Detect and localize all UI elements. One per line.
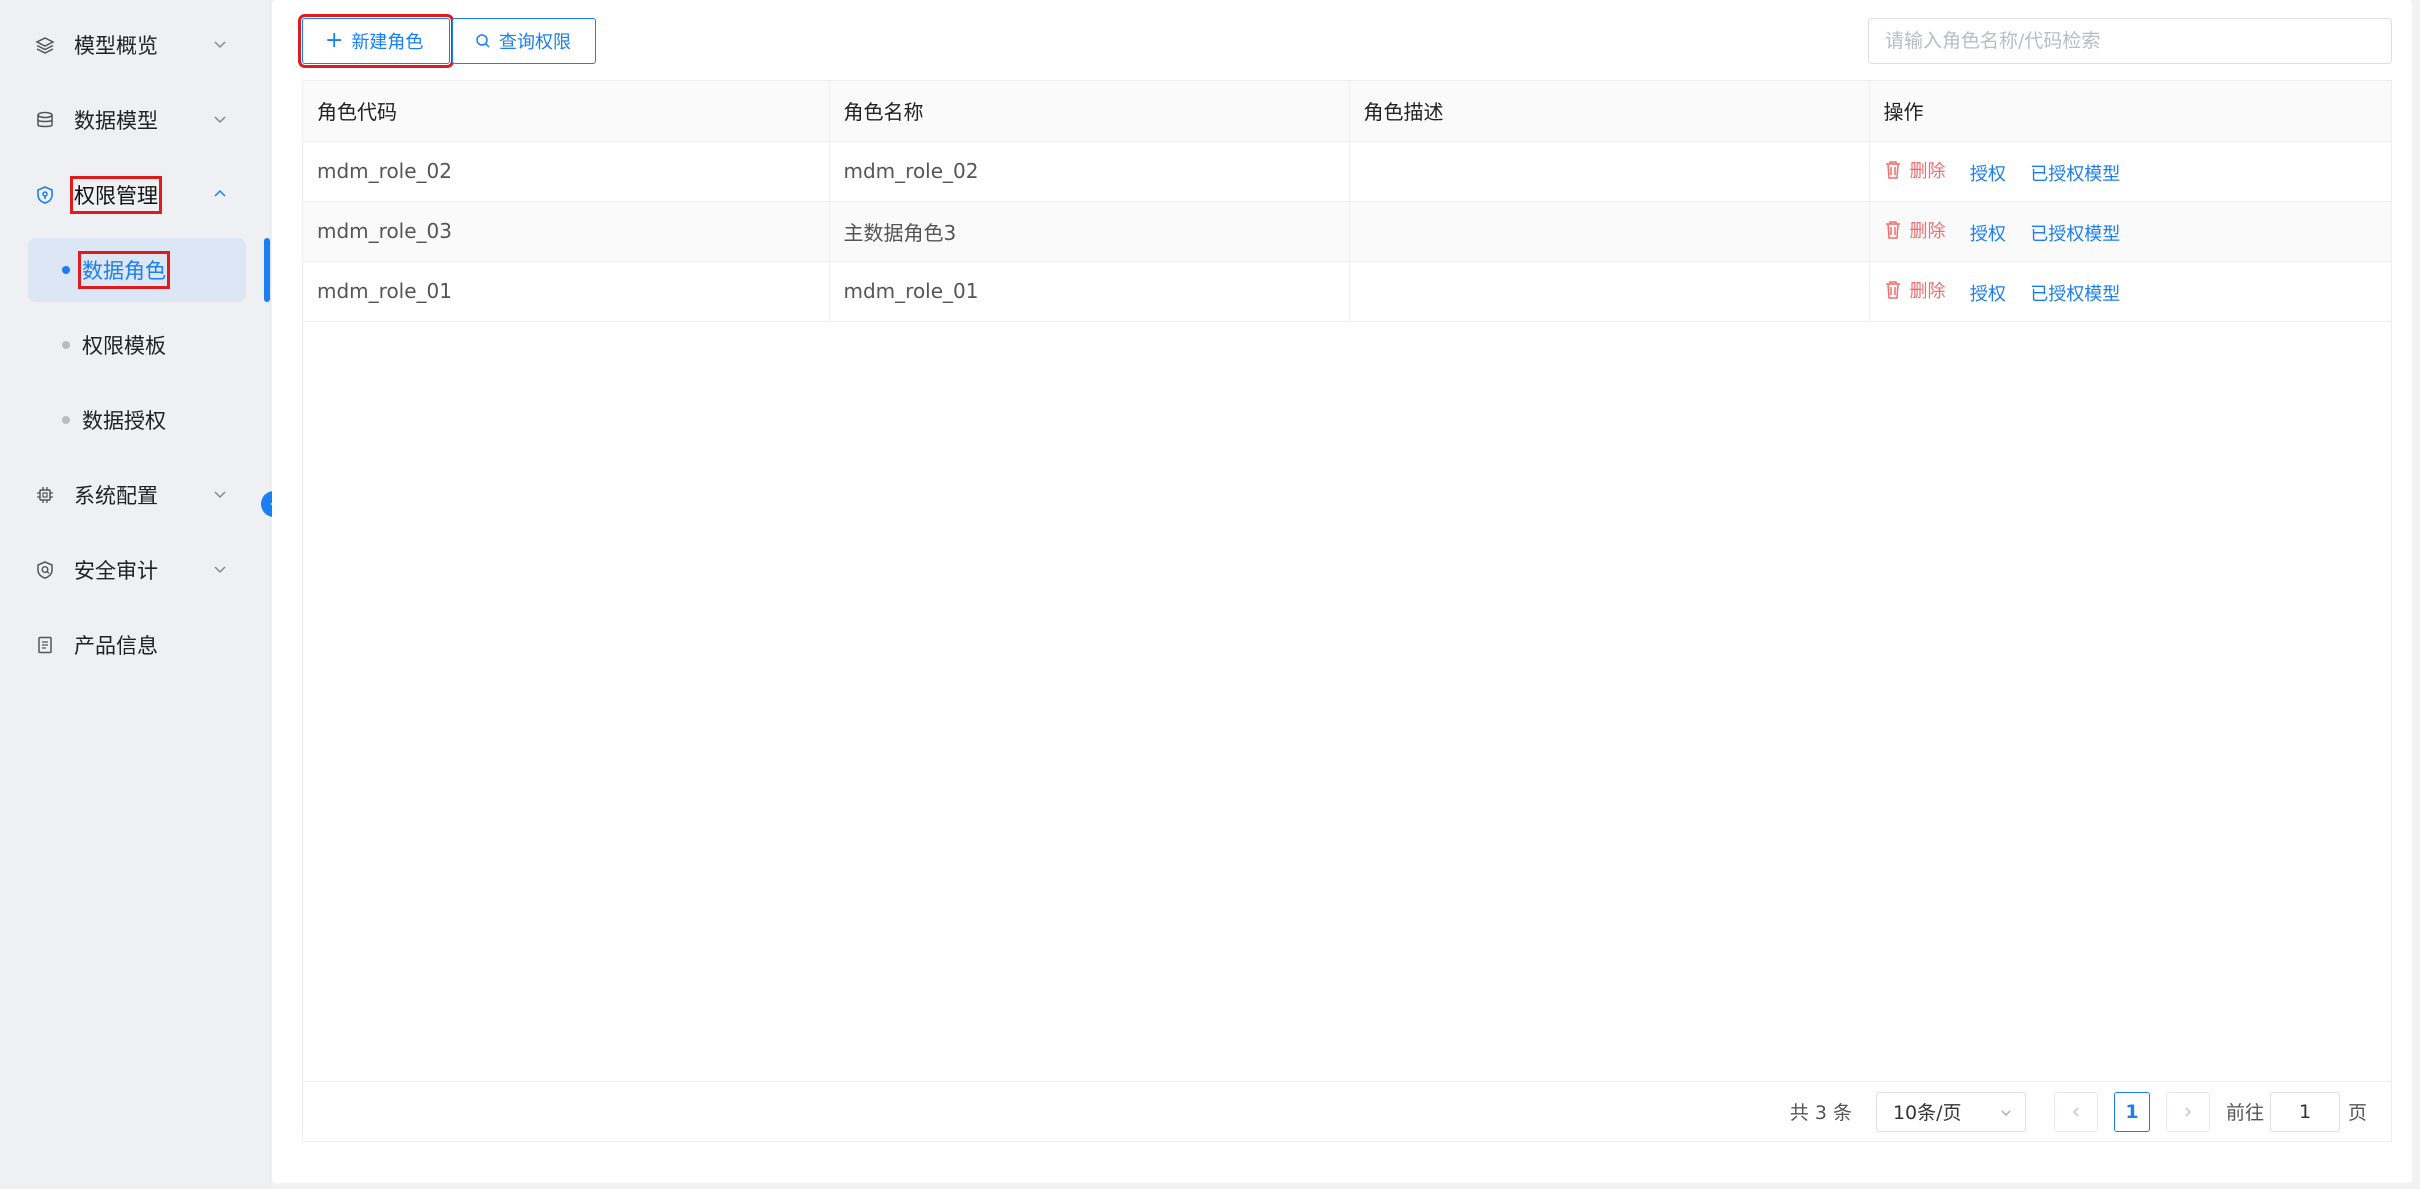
chevron-up-icon (214, 189, 226, 197)
page-number-current[interactable]: 1 (2113, 1091, 2150, 1132)
delete-label: 删除 (1909, 280, 1946, 302)
authorize-link[interactable]: 授权 (1970, 280, 2006, 306)
sidebar-item-label: 产品信息 (74, 634, 158, 658)
page-suffix: 页 (2347, 1102, 2367, 1124)
column-header-role-code: 角色代码 (303, 81, 830, 142)
database-icon (34, 109, 56, 131)
authorized-models-link[interactable]: 已授权模型 (2030, 280, 2120, 306)
sidebar: 模型概览 数据模型 权限管理 数据角色 权限模板 数据授权 系统配置 安全审计 … (0, 0, 287, 1189)
table-row: mdm_role_02 mdm_role_02 删除 授权 已授权模型 (303, 141, 2392, 202)
sidebar-item-permission-management[interactable]: 权限管理 (28, 165, 246, 225)
sidebar-subitem-label: 数据角色 (78, 251, 170, 289)
cell-actions: 删除 授权 已授权模型 (1869, 261, 2392, 322)
chevron-down-icon (214, 566, 226, 574)
app: 模型概览 数据模型 权限管理 数据角色 权限模板 数据授权 系统配置 安全审计 … (0, 0, 2420, 1189)
authorized-models-link[interactable]: 已授权模型 (2030, 160, 2120, 186)
table-row: mdm_role_03 主数据角色3 删除 授权 已授权模型 (303, 201, 2392, 262)
prev-page-button[interactable] (2053, 1091, 2098, 1132)
table-header-row: 角色代码 角色名称 角色描述 操作 (303, 81, 2392, 142)
bullet-dot (62, 266, 70, 274)
table-row: mdm_role_01 mdm_role_01 删除 授权 已授权模型 (303, 261, 2392, 322)
cell-role-code: mdm_role_02 (303, 141, 830, 202)
main-panel: + 新建角色 查询权限 角色代码 角色名称 角色描述 操作 (272, 0, 2412, 1183)
sidebar-item-label: 权限管理 (70, 176, 162, 214)
cell-role-code: mdm_role_01 (303, 261, 830, 322)
new-role-button[interactable]: + 新建角色 (298, 14, 454, 68)
column-header-actions: 操作 (1869, 81, 2392, 142)
delete-label: 删除 (1909, 160, 1946, 182)
plus-icon: + (325, 28, 344, 53)
page-size-value: 10条/页 (1892, 1102, 1962, 1124)
trash-icon (1885, 160, 1900, 179)
cell-role-desc (1349, 141, 1870, 202)
layers-icon (34, 34, 56, 56)
cell-role-name: mdm_role_01 (829, 261, 1350, 322)
role-search-input[interactable] (1868, 18, 2392, 64)
sidebar-item-product-info[interactable]: 产品信息 (28, 615, 246, 675)
sidebar-item-label: 数据模型 (74, 109, 158, 133)
cell-role-code: mdm_role_03 (303, 201, 830, 262)
roles-table: 角色代码 角色名称 角色描述 操作 mdm_role_02 mdm_role_0… (302, 80, 2392, 1142)
cell-role-desc (1349, 201, 1870, 262)
bullet-dot (62, 416, 70, 424)
sidebar-subitem-label: 权限模板 (82, 334, 166, 358)
authorized-models-link[interactable]: 已授权模型 (2030, 220, 2120, 246)
sidebar-item-model-overview[interactable]: 模型概览 (28, 15, 246, 75)
authorize-link[interactable]: 授权 (1970, 220, 2006, 246)
sidebar-item-data-model[interactable]: 数据模型 (28, 90, 246, 150)
pagination-total: 共 3 条 (1789, 1102, 1852, 1124)
document-icon (34, 634, 56, 656)
new-role-label: 新建角色 (351, 32, 424, 53)
cell-actions: 删除 授权 已授权模型 (1869, 141, 2392, 202)
sidebar-subitem-data-role[interactable]: 数据角色 (28, 238, 246, 302)
authorize-link[interactable]: 授权 (1970, 160, 2006, 186)
chevron-down-icon (214, 41, 226, 49)
page-size-select[interactable]: 10条/页 (1875, 1091, 2026, 1132)
chevron-left-icon (2072, 1106, 2079, 1117)
chevron-right-icon (2185, 1106, 2192, 1117)
chevron-down-icon (214, 116, 226, 124)
pagination: 共 3 条 10条/页 1 前往 页 (303, 1081, 2391, 1141)
goto-page-input[interactable] (2269, 1091, 2340, 1132)
sidebar-item-label: 模型概览 (74, 34, 158, 58)
delete-label: 删除 (1909, 220, 1946, 242)
trash-icon (1885, 280, 1900, 299)
chevron-down-icon (2001, 1110, 2011, 1116)
query-permission-button[interactable]: 查询权限 (452, 18, 596, 64)
cell-role-name: 主数据角色3 (829, 201, 1350, 262)
goto-label: 前往 (2225, 1102, 2264, 1124)
search-icon (476, 34, 490, 48)
sidebar-subitem-permission-template[interactable]: 权限模板 (28, 313, 246, 377)
sidebar-item-security-audit[interactable]: 安全审计 (28, 540, 246, 600)
next-page-button[interactable] (2165, 1091, 2210, 1132)
sidebar-item-label: 安全审计 (74, 559, 158, 583)
delete-button[interactable]: 删除 (1884, 157, 1946, 183)
chevron-down-icon (214, 491, 226, 499)
trash-icon (1885, 220, 1900, 239)
delete-button[interactable]: 删除 (1884, 277, 1946, 303)
sidebar-item-system-config[interactable]: 系统配置 (28, 465, 246, 525)
chip-icon (34, 484, 56, 506)
active-indicator (264, 238, 270, 302)
sidebar-subitem-data-authorization[interactable]: 数据授权 (28, 388, 246, 452)
column-header-role-desc: 角色描述 (1349, 81, 1870, 142)
cell-actions: 删除 授权 已授权模型 (1869, 201, 2392, 262)
delete-button[interactable]: 删除 (1884, 217, 1946, 243)
audit-icon (34, 559, 56, 581)
cell-role-desc (1349, 261, 1870, 322)
column-header-role-name: 角色名称 (829, 81, 1350, 142)
sidebar-subitem-label: 数据授权 (82, 409, 166, 433)
shield-icon (34, 184, 56, 206)
query-permission-label: 查询权限 (499, 32, 571, 53)
bullet-dot (62, 341, 70, 349)
sidebar-item-label: 系统配置 (74, 484, 158, 508)
cell-role-name: mdm_role_02 (829, 141, 1350, 202)
